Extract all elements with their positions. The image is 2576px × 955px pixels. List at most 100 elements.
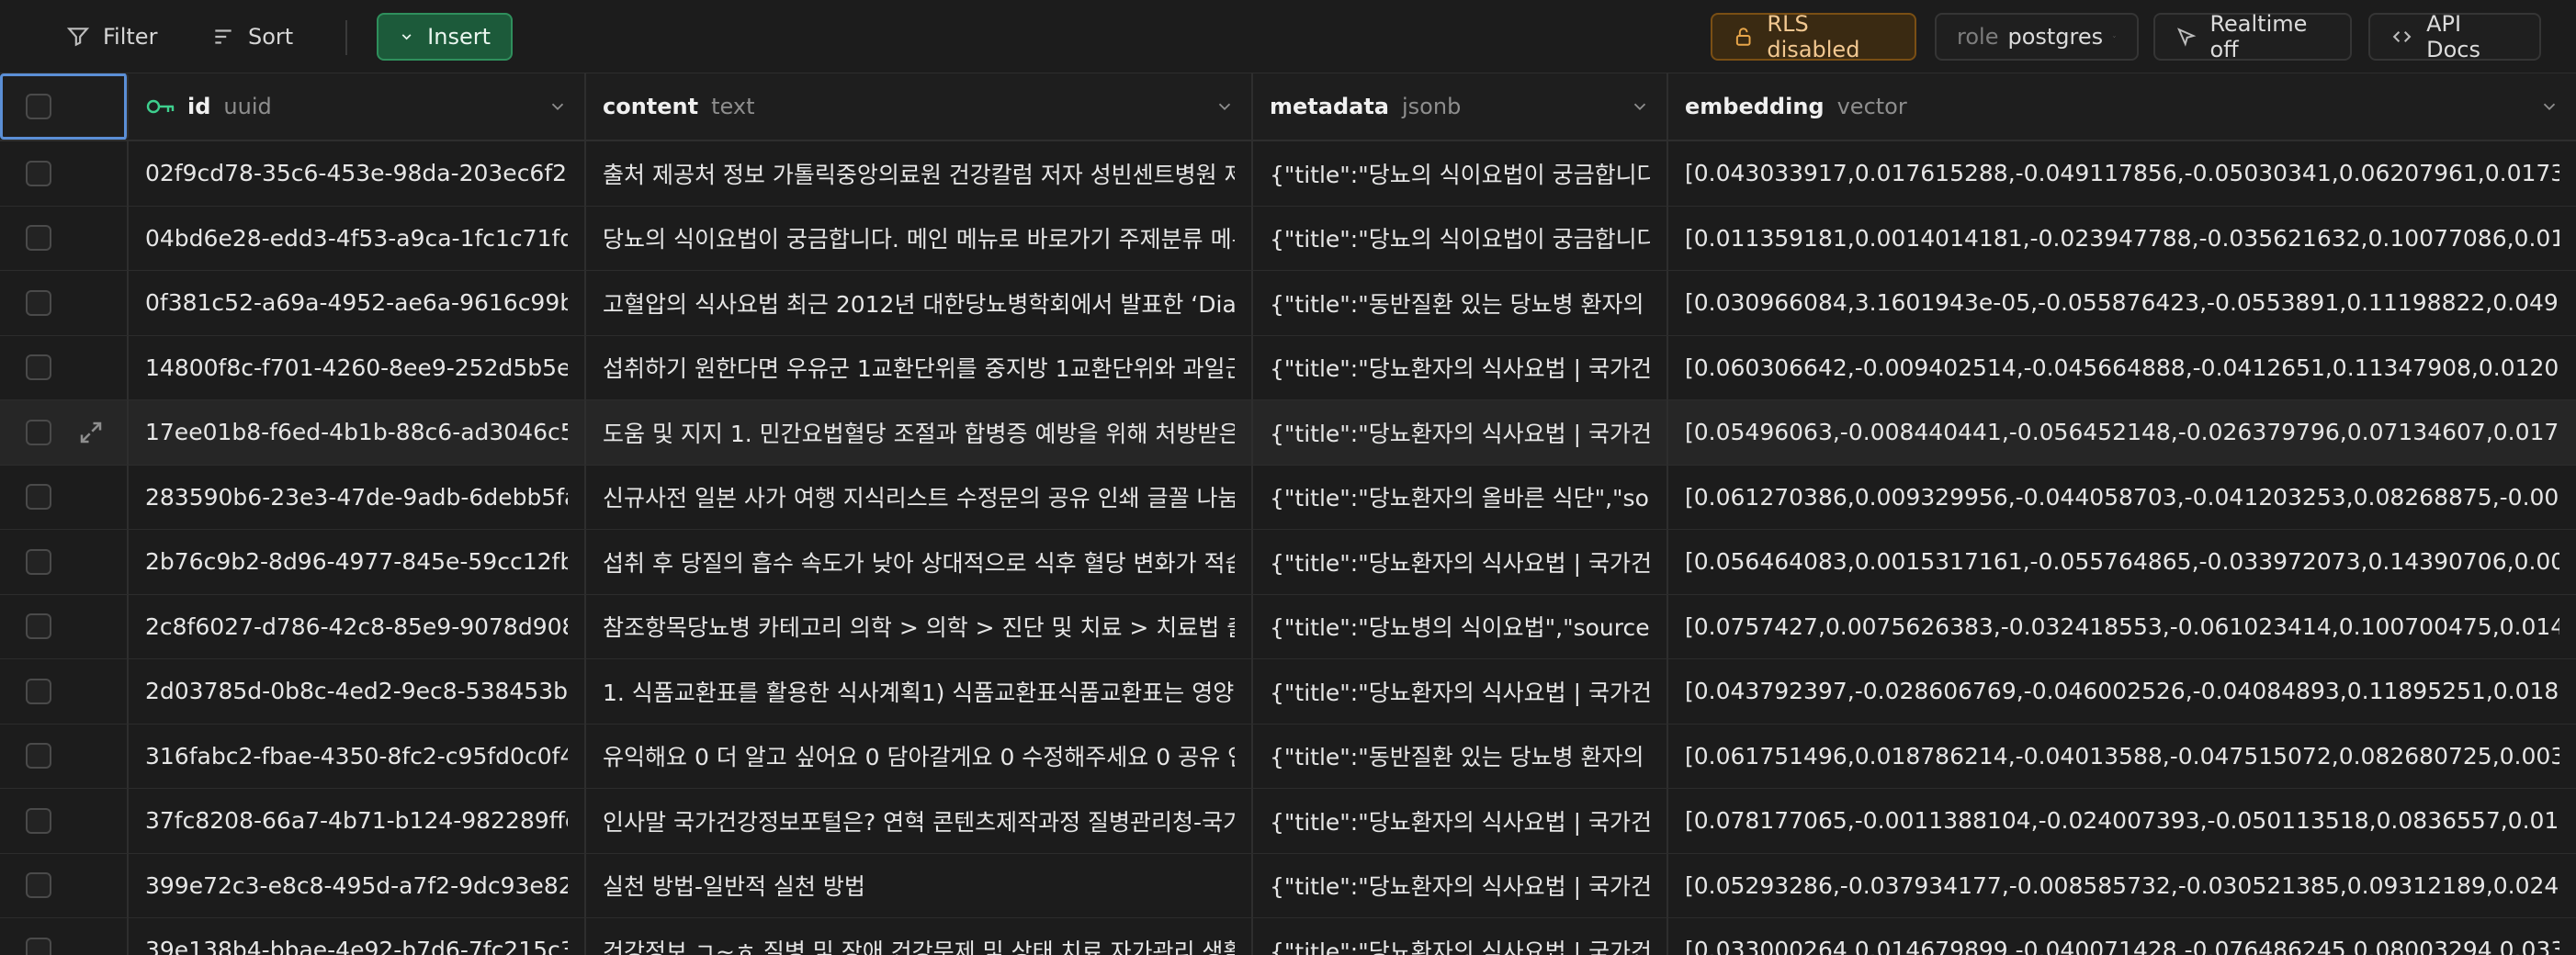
cell-content[interactable]: 1. 식품교환표를 활용한 식사계획1) 식품교환표식품교환표는 영양성분이 — [586, 659, 1253, 724]
row-checkbox[interactable] — [26, 419, 51, 445]
cell-content[interactable]: 참조항목당뇨병 카테고리 의학 > 의학 > 진단 및 치료 > 치료법 출처 … — [586, 594, 1253, 658]
row-select-cell[interactable] — [0, 724, 129, 788]
table-row[interactable]: 2c8f6027-d786-42c8-85e9-9078d908dbe 참조항목당… — [0, 594, 2576, 659]
table-row[interactable]: 2b76c9b2-8d96-4977-845e-59cc12fb5bd7 섭취 후… — [0, 530, 2576, 595]
chevron-down-icon[interactable] — [1630, 96, 1650, 117]
row-checkbox[interactable] — [26, 872, 51, 899]
row-select-cell[interactable] — [0, 853, 129, 917]
column-header-embedding[interactable]: embedding vector — [1668, 73, 2576, 140]
cell-embedding[interactable]: [0.0757427,0.0075626383,-0.032418553,-0.… — [1668, 595, 2576, 659]
cell-content[interactable]: 실천 방법-일반적 실천 방법 — [586, 853, 1253, 917]
cell-id[interactable]: 39e138b4-bbae-4e92-b7d6-7fc215c31aa3 — [129, 918, 586, 955]
row-select-cell[interactable] — [0, 271, 129, 335]
row-select-cell[interactable] — [0, 789, 129, 853]
row-checkbox[interactable] — [26, 484, 51, 511]
cell-embedding[interactable]: [0.05293286,-0.037934177,-0.008585732,-0… — [1668, 854, 2576, 918]
cell-id[interactable]: 2d03785d-0b8c-4ed2-9ec8-538453b4b5c — [129, 659, 586, 724]
cell-metadata[interactable]: {"title":"당뇨환자의 식사요법 | 국가건강정 — [1253, 530, 1668, 594]
cell-id[interactable]: 0f381c52-a69a-4952-ae6a-9616c99b1ade — [129, 271, 586, 335]
cell-content[interactable]: 신규사전 일본 사가 여행 지식리스트 수정문의 공유 인쇄 글꼴 나눔고딕 — [586, 465, 1253, 529]
filter-button[interactable]: Filter — [46, 13, 177, 61]
cell-metadata[interactable]: {"title":"당뇨환자의 식사요법 | 국가건강정 — [1253, 789, 1668, 853]
row-select-cell[interactable] — [0, 918, 129, 955]
cell-embedding[interactable]: [0.043792397,-0.028606769,-0.046002526,-… — [1668, 659, 2576, 724]
cell-metadata[interactable]: {"title":"당뇨의 식이요법이 궁금합니다."," — [1253, 141, 1668, 206]
cell-metadata[interactable]: {"title":"당뇨환자의 식사요법 | 국가건강정 — [1253, 335, 1668, 399]
table-row[interactable]: 02f9cd78-35c6-453e-98da-203ec6f2857b 출처 제… — [0, 141, 2576, 207]
cell-embedding[interactable]: [0.061751496,0.018786214,-0.04013588,-0.… — [1668, 725, 2576, 789]
cell-embedding[interactable]: [0.056464083,0.0015317161,-0.055764865,-… — [1668, 530, 2576, 594]
cell-id[interactable]: 17ee01b8-f6ed-4b1b-88c6-ad3046c56a07 — [129, 400, 586, 465]
row-select-cell[interactable] — [0, 400, 129, 465]
cell-metadata[interactable]: {"title":"당뇨의 식이요법이 궁금합니다."," — [1253, 206, 1668, 270]
cell-content[interactable]: 도움 및 지지 1. 민간요법혈당 조절과 합병증 예방을 위해 처방받은 약을 — [586, 400, 1253, 465]
cell-content[interactable]: 섭취하기 원한다면 우유군 1교환단위를 중지방 1교환단위와 과일군 1교환 — [586, 335, 1253, 399]
cell-metadata[interactable]: {"title":"동반질환 있는 당뇨병 환자의 식사 — [1253, 724, 1668, 788]
role-select[interactable]: role postgres — [1935, 13, 2139, 61]
row-select-cell[interactable] — [0, 594, 129, 658]
cell-id[interactable]: 02f9cd78-35c6-453e-98da-203ec6f2857b — [129, 141, 586, 206]
cell-id[interactable]: 2c8f6027-d786-42c8-85e9-9078d908dbe — [129, 594, 586, 658]
column-header-metadata[interactable]: metadata jsonb — [1253, 73, 1668, 140]
table-row[interactable]: 39e138b4-bbae-4e92-b7d6-7fc215c31aa3 건강정보… — [0, 918, 2576, 955]
cell-embedding[interactable]: [0.060306642,-0.009402514,-0.045664888,-… — [1668, 336, 2576, 400]
table-row[interactable]: 0f381c52-a69a-4952-ae6a-9616c99b1ade 고혈압의… — [0, 271, 2576, 336]
row-checkbox[interactable] — [26, 937, 51, 955]
row-checkbox[interactable] — [26, 160, 51, 186]
column-header-content[interactable]: content text — [586, 73, 1253, 140]
cell-metadata[interactable]: {"title":"동반질환 있는 당뇨병 환자의 식사 — [1253, 271, 1668, 335]
table-row[interactable]: 283590b6-23e3-47de-9adb-6debb5fa620 신규사전 … — [0, 465, 2576, 530]
cell-metadata[interactable]: {"title":"당뇨환자의 식사요법 | 국가건강정 — [1253, 853, 1668, 917]
cell-embedding[interactable]: [0.043033917,0.017615288,-0.049117856,-0… — [1668, 141, 2576, 206]
table-row[interactable]: 399e72c3-e8c8-495d-a7f2-9dc93e8237b 실천 방법… — [0, 853, 2576, 918]
cell-embedding[interactable]: [0.05496063,-0.008440441,-0.056452148,-0… — [1668, 400, 2576, 465]
expand-row-icon[interactable] — [77, 419, 105, 446]
insert-button[interactable]: Insert — [377, 13, 513, 61]
cell-metadata[interactable]: {"title":"당뇨환자의 식사요법 | 국가건강정 — [1253, 659, 1668, 724]
cell-embedding[interactable]: [0.033000264,0.014679899,-0.040071428,-0… — [1668, 918, 2576, 955]
cell-id[interactable]: 399e72c3-e8c8-495d-a7f2-9dc93e8237b — [129, 853, 586, 917]
cell-metadata[interactable]: {"title":"당뇨환자의 식사요법 | 국가건강정 — [1253, 400, 1668, 465]
row-checkbox[interactable] — [26, 743, 51, 770]
cell-id[interactable]: 316fabc2-fbae-4350-8fc2-c95fd0c0f43a — [129, 724, 586, 788]
row-select-cell[interactable] — [0, 141, 129, 206]
row-checkbox[interactable] — [26, 613, 51, 640]
row-checkbox[interactable] — [26, 289, 51, 316]
row-checkbox[interactable] — [26, 225, 51, 252]
cell-embedding[interactable]: [0.030966084,3.1601943e-05,-0.055876423,… — [1668, 271, 2576, 335]
table-row[interactable]: 2d03785d-0b8c-4ed2-9ec8-538453b4b5c 1. 식품… — [0, 659, 2576, 725]
cell-id[interactable]: 04bd6e28-edd3-4f53-a9ca-1fc1c71fdbff — [129, 206, 586, 270]
table-row[interactable]: 14800f8c-f701-4260-8ee9-252d5b5eda1c 섭취하기… — [0, 335, 2576, 400]
chevron-down-icon[interactable] — [548, 96, 568, 117]
cell-embedding[interactable]: [0.078177065,-0.0011388104,-0.024007393,… — [1668, 789, 2576, 853]
column-header-id[interactable]: id uuid — [129, 73, 586, 140]
select-all-cell[interactable] — [0, 73, 129, 140]
row-checkbox[interactable] — [26, 548, 51, 575]
cell-content[interactable]: 고혈압의 식사요법 최근 2012년 대한당뇨병학회에서 발표한 ‘Diabet… — [586, 271, 1253, 335]
row-select-cell[interactable] — [0, 465, 129, 529]
chevron-down-icon[interactable] — [1215, 96, 1235, 117]
row-select-cell[interactable] — [0, 206, 129, 270]
cell-content[interactable]: 건강정보 ㄱ~ㅎ 질병 및 장애 건강문제 및 상태 치료 자가관리 생활습관 — [586, 918, 1253, 955]
row-checkbox[interactable] — [26, 354, 51, 381]
cell-metadata[interactable]: {"title":"당뇨병의 식이요법","source":"ht — [1253, 594, 1668, 658]
cell-id[interactable]: 37fc8208-66a7-4b71-b124-982289ffe50b — [129, 789, 586, 853]
cell-content[interactable]: 당뇨의 식이요법이 궁금합니다. 메인 메뉴로 바로가기 주제분류 메뉴로 — [586, 206, 1253, 270]
cell-id[interactable]: 283590b6-23e3-47de-9adb-6debb5fa620 — [129, 465, 586, 529]
row-select-cell[interactable] — [0, 530, 129, 594]
sort-button[interactable]: Sort — [191, 13, 313, 61]
table-row[interactable]: 04bd6e28-edd3-4f53-a9ca-1fc1c71fdbff 당뇨의 … — [0, 206, 2576, 271]
cell-id[interactable]: 2b76c9b2-8d96-4977-845e-59cc12fb5bd7 — [129, 530, 586, 594]
cell-content[interactable]: 인사말 국가건강정보포털은? 연혁 콘텐츠제작과정 질병관리청-국가건강 — [586, 789, 1253, 853]
row-select-cell[interactable] — [0, 335, 129, 399]
api-docs-button[interactable]: API Docs — [2368, 11, 2541, 62]
cell-embedding[interactable]: [0.011359181,0.0014014181,-0.023947788,-… — [1668, 207, 2576, 271]
table-row[interactable]: 316fabc2-fbae-4350-8fc2-c95fd0c0f43a 유익해요… — [0, 724, 2576, 789]
realtime-button[interactable]: Realtime off — [2153, 11, 2352, 62]
cell-content[interactable]: 출처 제공처 정보 가톨릭중앙의료원 건강칼럼 저자 성빈센트병원 제공처 — [586, 141, 1253, 206]
row-checkbox[interactable] — [26, 678, 51, 704]
cell-metadata[interactable]: {"title":"당뇨환자의 식사요법 | 국가건강정 — [1253, 918, 1668, 955]
row-select-cell[interactable] — [0, 659, 129, 724]
cell-embedding[interactable]: [0.061270386,0.009329956,-0.044058703,-0… — [1668, 466, 2576, 530]
table-row[interactable]: 37fc8208-66a7-4b71-b124-982289ffe50b 인사말 … — [0, 789, 2576, 854]
